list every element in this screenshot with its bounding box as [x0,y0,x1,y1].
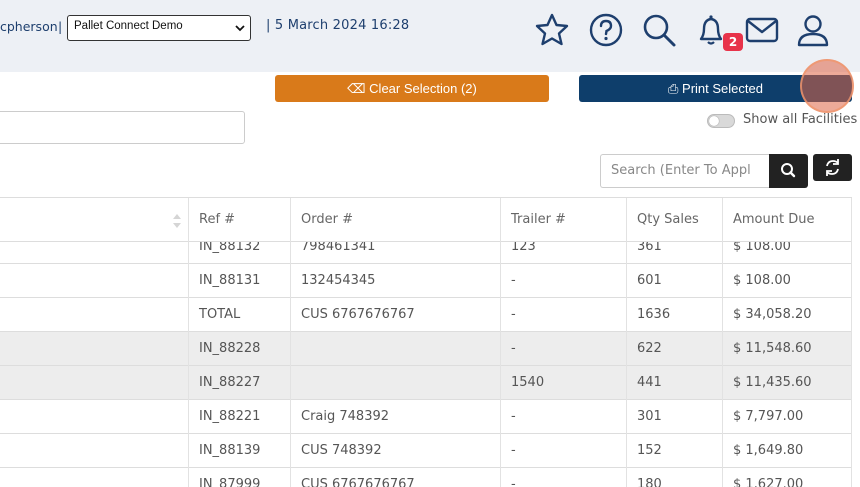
cell-select[interactable] [0,298,188,332]
cell-ref: IN_88227 [188,366,290,400]
cell-qty-sales: 152 [626,434,722,468]
column-header-trailer[interactable]: Trailer # [500,198,626,242]
grid-header: Ref # Order # Trailer # Qty Sales Amount… [0,198,852,242]
top-bar: cpherson | Pallet Connect Demo | 5 March… [0,0,860,72]
cell-qty-sales: 1636 [626,298,722,332]
facility-select-value: Pallet Connect Demo [74,20,183,32]
cell-amount-due: $ 108.00 [722,264,852,298]
table-row[interactable]: IN_88139 CUS 748392-152 $ 1,649.80 [0,434,852,468]
cell-qty-sales: 180 [626,468,722,487]
cell-amount-due: $ 1,649.80 [722,434,852,468]
cell-order: CUS 6767676767 [290,468,500,487]
cell-trailer: 1540 [500,366,626,400]
cell-ref: TOTAL [188,298,290,332]
cell-qty-sales: 622 [626,332,722,366]
table-row[interactable]: IN_88131 132454345-601 $ 108.00 [0,264,852,298]
cell-amount-due: $ 7,797.00 [722,400,852,434]
cell-order: CUS 748392 [290,434,500,468]
cell-qty-sales: 441 [626,366,722,400]
cell-trailer: - [500,332,626,366]
grid-body: IN_88132 798461341 123 361 $ 108.00 IN_88131 1… [0,230,852,487]
cell-order: Craig 748392 [290,400,500,434]
cell-trailer: - [500,434,626,468]
cell-select[interactable] [0,400,188,434]
current-datetime: | 5 March 2024 16:28 [266,18,410,33]
cell-trailer: - [500,468,626,487]
cell-ref: IN_88228 [188,332,290,366]
cell-ref: IN_88139 [188,434,290,468]
help-icon[interactable] [587,12,625,48]
user-icon[interactable] [794,12,832,48]
cell-trailer: - [500,400,626,434]
cell-ref: IN_87999 [188,468,290,487]
search-button[interactable] [769,154,808,188]
toggle-knob [709,116,719,126]
star-icon[interactable] [533,12,571,48]
column-header-qty-sales[interactable]: Qty Sales [626,198,722,242]
search-icon [781,163,796,178]
cell-select[interactable] [0,332,188,366]
refresh-button[interactable] [813,154,852,181]
table-row[interactable]: IN_88228 -622 $ 11,548.60 [0,332,852,366]
cell-amount-due: $ 1,627.00 [722,468,852,487]
cell-ref: IN_88221 [188,400,290,434]
search-placeholder: Search (Enter To Appl [611,163,751,178]
facility-select[interactable]: Pallet Connect Demo [67,15,251,41]
show-all-facilities-label: Show all Facilities [743,112,858,127]
printer-icon: ⎙ [668,81,679,96]
user-name[interactable]: cpherson [0,19,58,34]
cell-select[interactable] [0,264,188,298]
column-header-select[interactable] [0,198,188,242]
refresh-icon [826,159,839,176]
table-row[interactable]: IN_88227 1540 441 $ 11,435.60 [0,366,852,400]
show-all-facilities-toggle[interactable] [707,114,735,128]
cell-trailer: - [500,264,626,298]
column-header-amount-due[interactable]: Amount Due [722,198,852,242]
cell-trailer: - [500,298,626,332]
cell-ref: IN_88131 [188,264,290,298]
cursor-indicator [800,59,854,113]
cell-amount-due: $ 34,058.20 [722,298,852,332]
search-icon[interactable] [640,12,678,48]
cell-amount-due: $ 11,435.60 [722,366,852,400]
search-input[interactable]: Search (Enter To Appl [600,154,770,188]
eraser-icon: ⌫ [347,81,366,96]
clear-selection-label: Clear Selection (2) [369,81,477,96]
cell-amount-due: $ 11,548.60 [722,332,852,366]
header-separator: | [58,19,63,34]
cell-qty-sales: 301 [626,400,722,434]
notification-badge: 2 [723,33,743,51]
table-row[interactable]: TOTAL CUS 6767676767-1636 $ 34,058.20 [0,298,852,332]
chevron-down-icon [235,25,245,32]
mail-icon[interactable] [743,12,781,48]
filter-input[interactable] [0,111,245,144]
cell-order: CUS 6767676767 [290,298,500,332]
invoice-grid: IN_88132 798461341 123 361 $ 108.00 IN_88131 1… [0,197,852,487]
cell-order: 132454345 [290,264,500,298]
cell-select[interactable] [0,366,188,400]
table-row[interactable]: IN_87999 CUS 6767676767-180 $ 1,627.00 [0,468,852,487]
table-row[interactable]: IN_88221 Craig 748392-301 $ 7,797.00 [0,400,852,434]
clear-selection-button[interactable]: ⌫ Clear Selection (2) [275,75,549,102]
cell-order [290,366,500,400]
column-header-order[interactable]: Order # [290,198,500,242]
column-header-ref[interactable]: Ref # [188,198,290,242]
print-selected-label: Print Selected [682,81,763,96]
cell-order [290,332,500,366]
cell-select[interactable] [0,434,188,468]
sort-icon[interactable] [172,213,182,229]
cell-select[interactable] [0,468,188,487]
cell-qty-sales: 601 [626,264,722,298]
